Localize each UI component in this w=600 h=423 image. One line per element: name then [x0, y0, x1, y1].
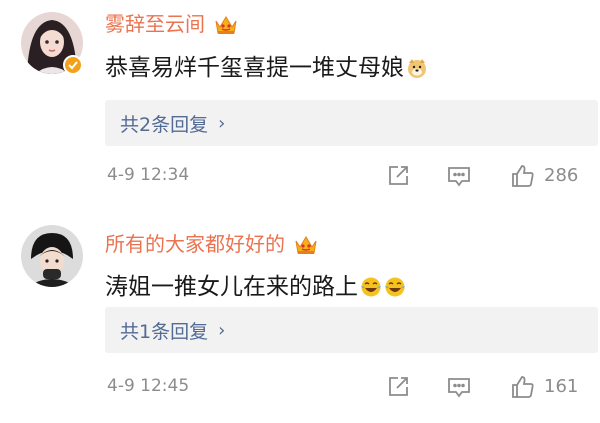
comment-item: 雾辞至云间 恭喜易烊千玺喜提一堆丈母娘 共2条回复 › 4-9 12:34 28… — [0, 0, 600, 212]
username-text[interactable]: 雾辞至云间 — [105, 12, 205, 36]
username-text[interactable]: 所有的大家都好好的 — [105, 232, 285, 256]
timestamp: 4-9 12:45 — [107, 376, 190, 396]
vip-crown-icon — [213, 12, 239, 36]
replies-label: 共2条回复 — [120, 113, 209, 136]
crying-laugh-emoji-icon — [360, 276, 382, 298]
verified-badge-icon — [63, 55, 83, 75]
comment-icon[interactable] — [446, 163, 472, 189]
like-count: 161 — [544, 376, 579, 397]
username[interactable]: 雾辞至云间 — [105, 12, 239, 36]
username[interactable]: 所有的大家都好好的 — [105, 232, 319, 256]
avatar[interactable] — [21, 225, 83, 287]
doge-emoji-icon — [406, 57, 428, 79]
comment-item: 所有的大家都好好的 涛姐一推女儿在来的路上 共1条回复 › 4-9 12:45 … — [0, 212, 600, 423]
like-icon[interactable] — [510, 163, 536, 189]
view-replies-button[interactable]: 共2条回复 › — [105, 100, 598, 146]
share-icon[interactable] — [385, 163, 411, 189]
like-count: 286 — [544, 165, 579, 186]
crying-laugh-emoji-icon — [384, 276, 406, 298]
comment-text-content: 涛姐一推女儿在来的路上 — [105, 274, 358, 300]
comment-meta: 4-9 12:34 286 — [0, 161, 600, 191]
chevron-right-icon: › — [218, 112, 226, 134]
vip-crown-icon — [293, 232, 319, 256]
share-icon[interactable] — [385, 374, 411, 400]
comment-icon[interactable] — [446, 374, 472, 400]
comment-text-content: 恭喜易烊千玺喜提一堆丈母娘 — [105, 55, 404, 81]
comment-text: 涛姐一推女儿在来的路上 — [105, 272, 406, 302]
comment-text: 恭喜易烊千玺喜提一堆丈母娘 — [105, 53, 428, 83]
replies-label: 共1条回复 — [120, 320, 209, 343]
comment-meta: 4-9 12:45 161 — [0, 372, 600, 402]
chevron-right-icon: › — [218, 319, 226, 341]
view-replies-button[interactable]: 共1条回复 › — [105, 307, 598, 353]
avatar-image — [21, 225, 83, 287]
timestamp: 4-9 12:34 — [107, 165, 190, 185]
like-icon[interactable] — [510, 374, 536, 400]
